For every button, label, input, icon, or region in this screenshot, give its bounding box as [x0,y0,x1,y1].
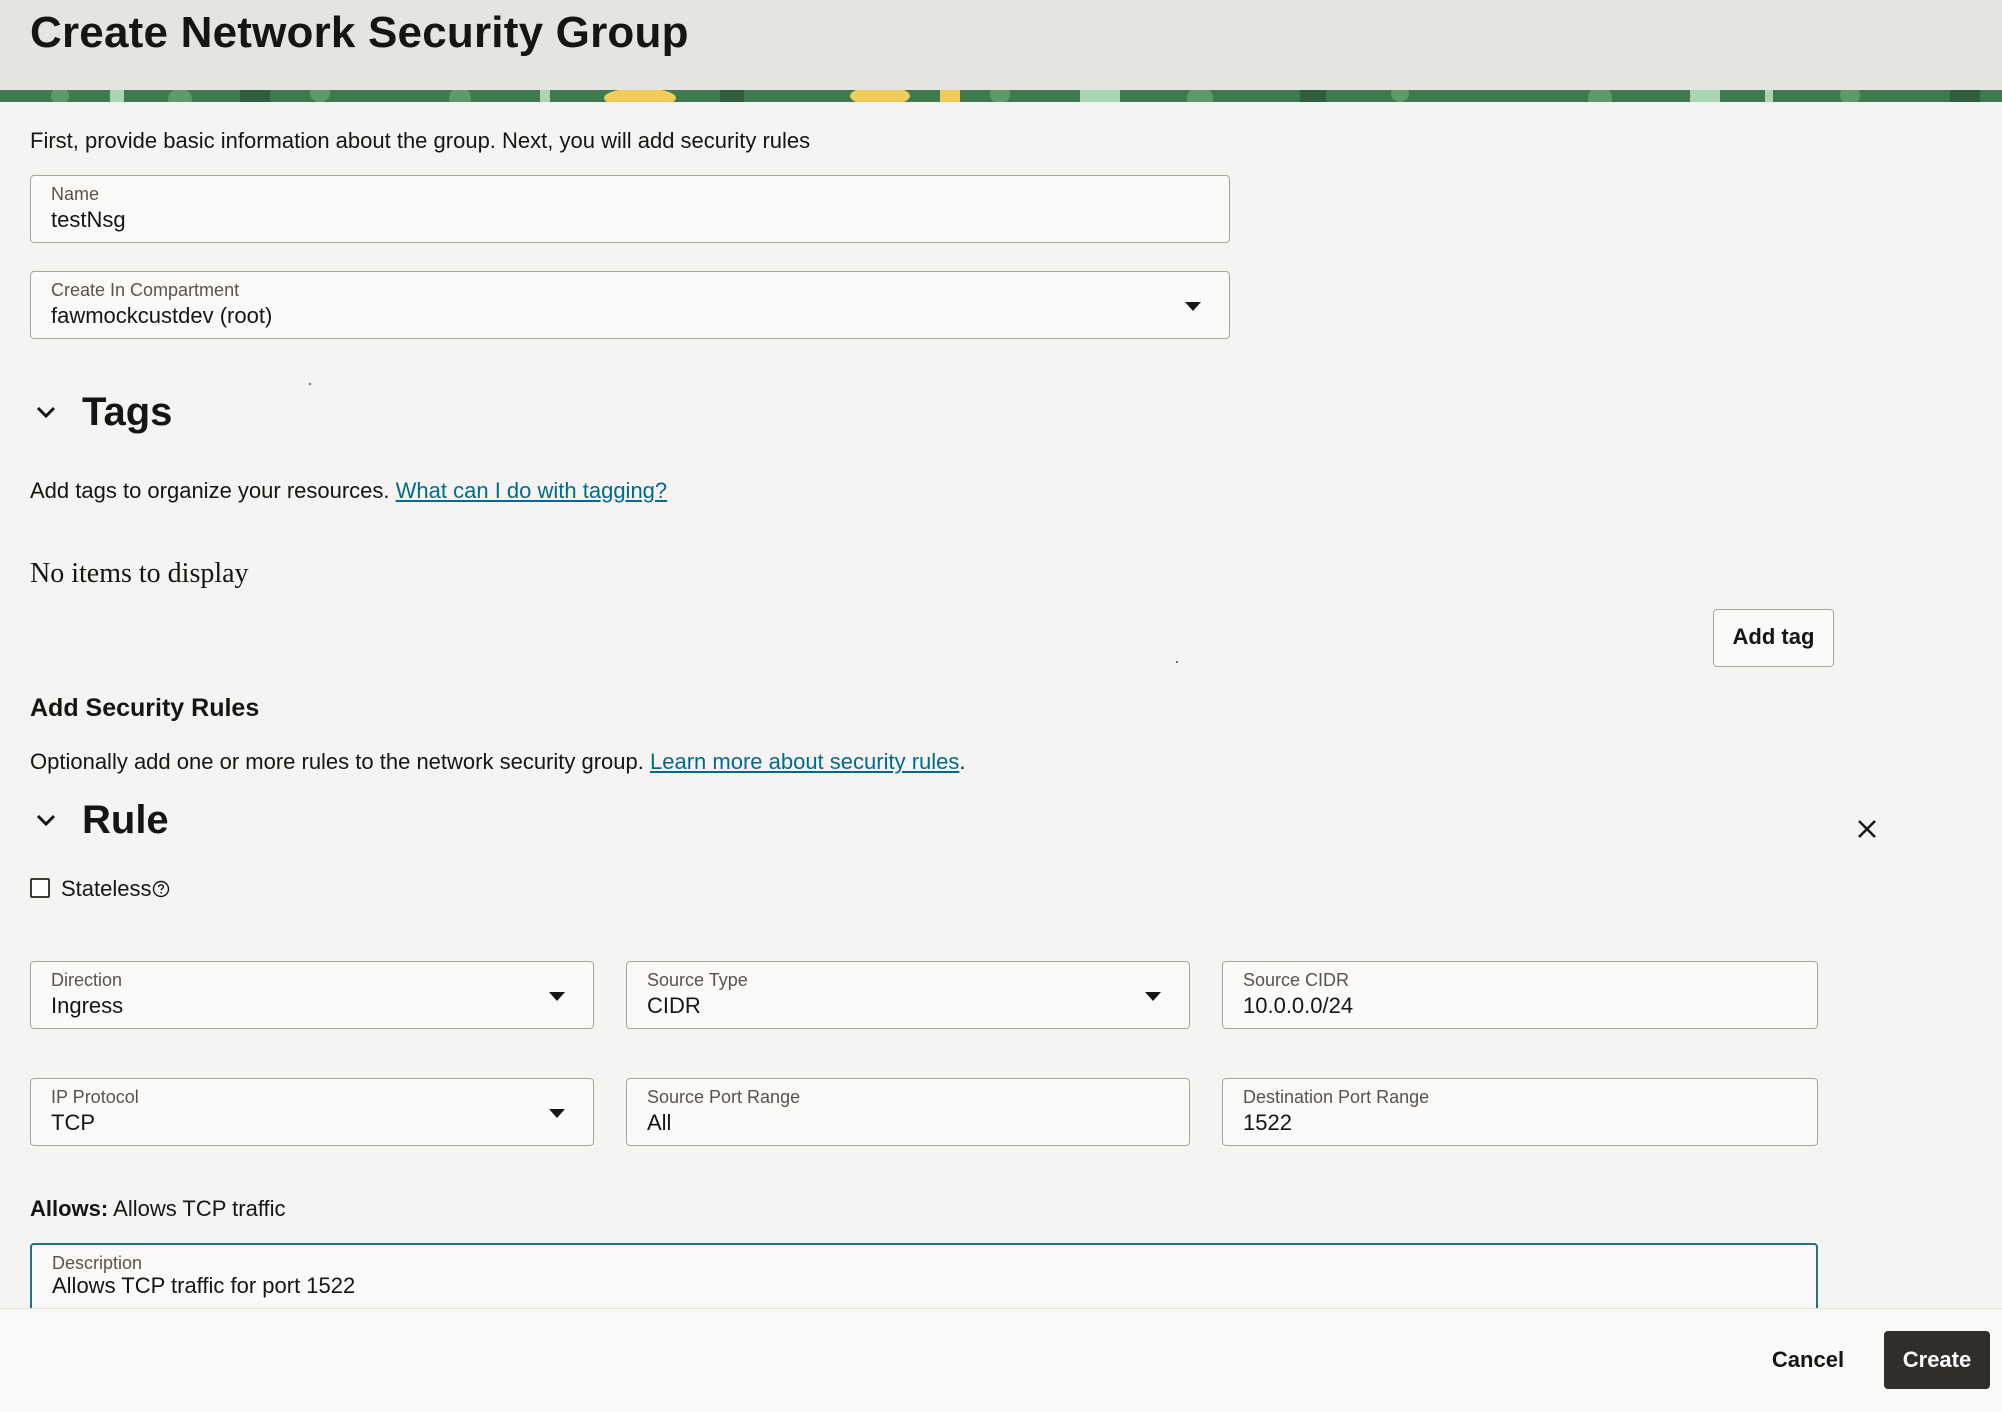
source-type-select[interactable]: Source Type CIDR [626,961,1190,1029]
name-field-value[interactable]: testNsg [51,206,126,234]
intro-text: First, provide basic information about t… [30,128,811,153]
caret-down-icon[interactable] [549,1109,565,1118]
direction-select[interactable]: Direction Ingress [30,961,594,1029]
allows-summary: Allows: Allows TCP traffic [30,1194,286,1224]
footer-bar: Cancel Create [0,1308,2002,1412]
source-type-label: Source Type [647,970,748,990]
compartment-select-label: Create In Compartment [51,280,240,300]
ip-protocol-select[interactable]: IP Protocol TCP [30,1078,594,1146]
cancel-button[interactable]: Cancel [1760,1331,1856,1389]
description-label: Description [52,1253,143,1273]
tags-empty-text: No items to display [30,558,249,589]
source-port-range-field[interactable]: Source Port Range All [626,1078,1190,1146]
rule-title: Rule [82,798,169,842]
learn-security-rules-link[interactable]: Learn more about security rules [650,749,959,774]
direction-label: Direction [51,970,123,990]
tagging-help-link[interactable]: What can I do with tagging? [396,478,668,503]
add-tag-button[interactable]: Add tag [1713,609,1834,667]
chevron-down-icon[interactable] [32,398,60,426]
destination-port-range-label: Destination Port Range [1243,1087,1430,1107]
create-button[interactable]: Create [1884,1331,1990,1389]
source-cidr-label: Source CIDR [1243,970,1350,990]
allows-label: Allows: [30,1196,109,1221]
source-port-range-label: Source Port Range [647,1087,801,1107]
destination-port-range-value[interactable]: 1522 [1243,1109,1292,1137]
caret-down-icon[interactable] [1185,302,1201,311]
tags-title: Tags [82,390,173,434]
destination-port-range-field[interactable]: Destination Port Range 1522 [1222,1078,1818,1146]
source-cidr-value[interactable]: 10.0.0.0/24 [1243,992,1353,1020]
stray-dot [309,383,311,385]
ip-protocol-value: TCP [51,1110,95,1135]
security-rules-title: Add Security Rules [30,694,260,722]
close-icon[interactable] [1855,817,1879,841]
caret-down-icon[interactable] [1145,992,1161,1001]
security-rules-description-line: Optionally add one or more rules to the … [30,747,966,777]
source-type-value: CIDR [647,993,701,1018]
decorative-banner [0,90,2002,102]
name-field[interactable]: Name testNsg [30,175,1230,243]
security-rules-period: . [959,749,966,774]
security-rules-description: Optionally add one or more rules to the … [30,749,644,774]
tags-description-line: Add tags to organize your resources. Wha… [30,476,667,506]
name-field-label: Name [51,184,100,204]
allows-value: Allows TCP traffic [113,1196,286,1221]
stateless-checkbox[interactable] [30,878,50,898]
description-value[interactable]: Allows TCP traffic for port 1522 [52,1272,355,1300]
page-title: Create Network Security Group [30,8,689,57]
source-cidr-field[interactable]: Source CIDR 10.0.0.0/24 [1222,961,1818,1029]
stray-dot [1176,661,1178,663]
tags-description: Add tags to organize your resources. [30,478,390,503]
caret-down-icon[interactable] [549,992,565,1001]
source-port-range-value[interactable]: All [647,1109,671,1137]
compartment-select[interactable]: Create In Compartment fawmockcustdev (ro… [30,271,1230,339]
direction-value: Ingress [51,993,124,1018]
ip-protocol-label: IP Protocol [51,1087,139,1107]
help-icon[interactable] [152,880,170,898]
chevron-down-icon[interactable] [32,806,60,834]
compartment-select-value: fawmockcustdev (root) [51,303,273,328]
stateless-label: Stateless [61,876,152,901]
panel-header: Create Network Security Group [0,0,2002,90]
